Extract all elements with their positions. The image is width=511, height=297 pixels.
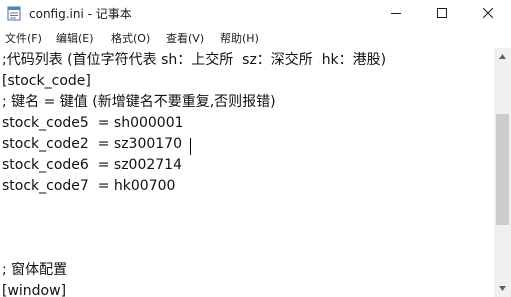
menu-file[interactable]: 文件(F) [5,30,42,46]
vertical-scrollbar[interactable] [494,48,511,297]
close-icon [483,8,493,18]
text-line: ;代码列表 (首位字符代表 sh：上交所 sz：深交所 hk：港股) [2,52,387,68]
text-line: ; 窗体配置 [2,262,68,278]
text-line: stock_code6 = sz002714 [2,157,182,173]
minimize-icon [391,13,401,14]
menu-edit[interactable]: 编辑(E) [56,30,94,46]
menu-bar: 文件(F) 编辑(E) 格式(O) 查看(V) 帮助(H) [0,26,511,48]
text-caret [190,138,191,155]
scroll-down-arrow-icon[interactable] [498,285,507,292]
maximize-icon [437,8,447,18]
maximize-button[interactable] [419,0,465,26]
text-line: [window] [2,283,67,297]
title-bar[interactable]: config.ini - 记事本 [0,0,511,26]
text-line: [stock_code] [2,73,91,89]
menu-help[interactable]: 帮助(H) [220,30,259,46]
scroll-up-arrow-icon[interactable] [498,53,507,60]
text-line: stock_code5 = sh000001 [2,115,184,131]
text-editor[interactable]: ;代码列表 (首位字符代表 sh：上交所 sz：深交所 hk：港股) [stoc… [0,48,494,297]
window-title: config.ini - 记事本 [29,7,132,21]
menu-view[interactable]: 查看(V) [166,30,204,46]
text-line: stock_code2 = sz300170 [2,136,182,152]
text-line: ; 键名 = 键值 (新增键名不要重复,否则报错) [2,94,276,110]
scrollbar-thumb[interactable] [496,114,509,225]
close-button[interactable] [465,0,511,26]
menu-format[interactable]: 格式(O) [111,30,150,46]
minimize-button[interactable] [373,0,419,26]
notepad-icon [7,6,21,21]
text-line: stock_code7 = hk00700 [2,178,176,194]
